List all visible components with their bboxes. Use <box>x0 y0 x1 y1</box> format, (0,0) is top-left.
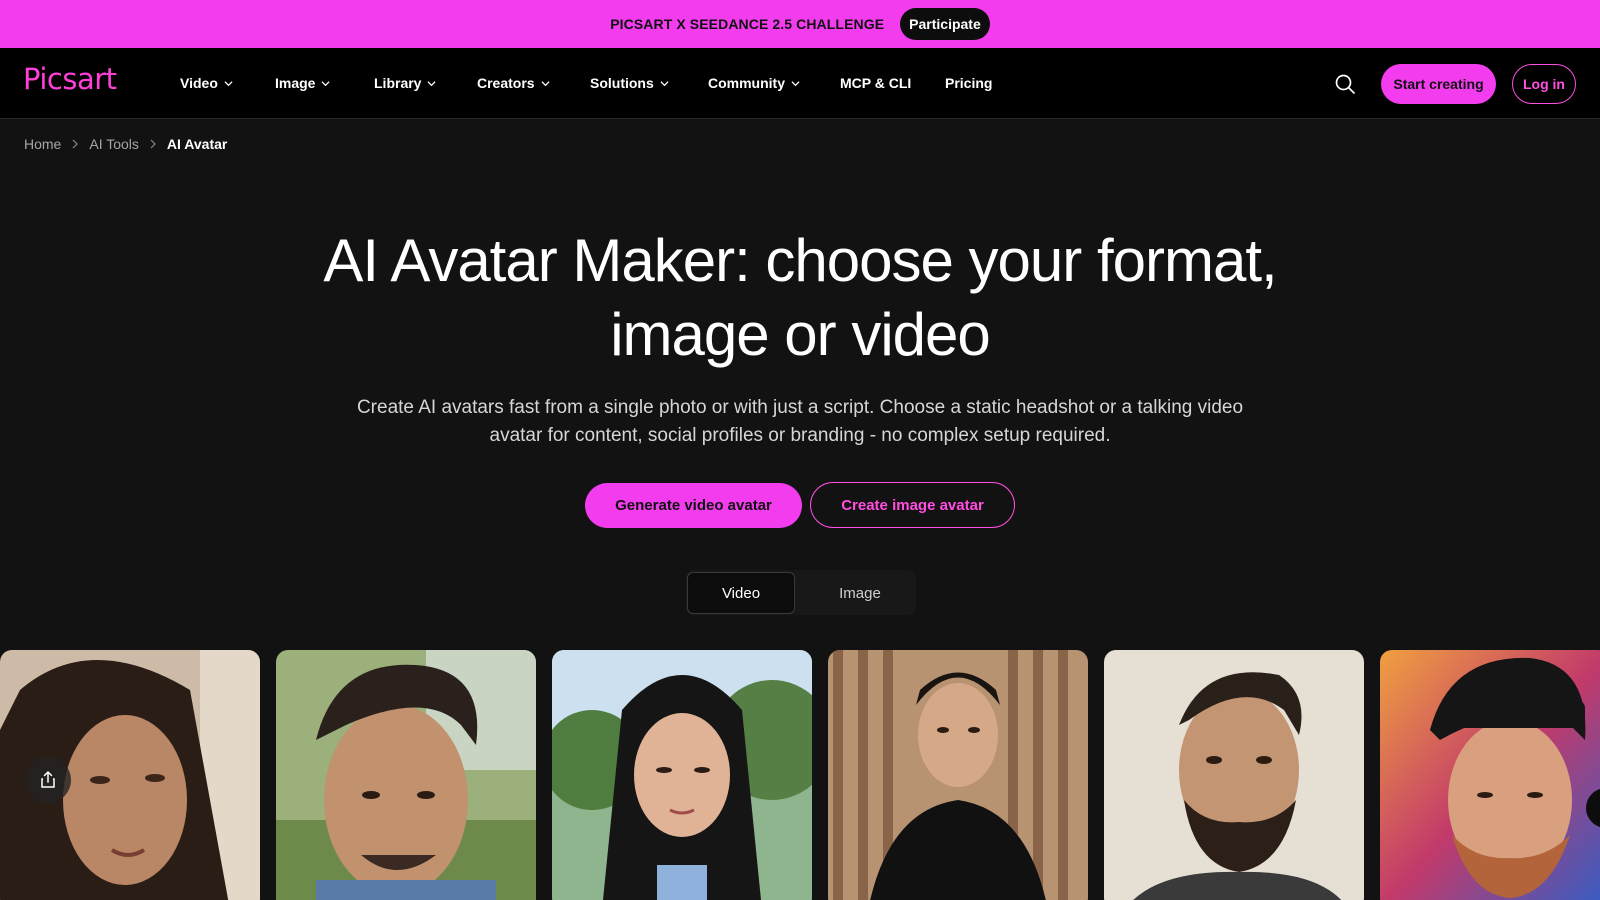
nav-item-image[interactable]: Image <box>275 72 331 94</box>
generate-video-avatar-button[interactable]: Generate video avatar <box>585 483 802 528</box>
promo-text: PICSART X SEEDANCE 2.5 CHALLENGE <box>610 16 885 32</box>
nav-item-label: Video <box>180 75 218 91</box>
share-button[interactable] <box>25 757 71 803</box>
avatar-image <box>552 650 812 900</box>
toggle-video[interactable]: Video <box>687 572 795 614</box>
nav-item-label: Pricing <box>945 75 993 91</box>
chevron-down-icon <box>427 80 437 86</box>
nav-item-mcp-cli[interactable]: MCP & CLI <box>840 72 911 94</box>
login-button[interactable]: Log in <box>1512 64 1576 104</box>
top-nav: Picsart Video Image Library Creators Sol… <box>0 48 1600 119</box>
page-subtitle-line-1: Create AI avatars fast from a single pho… <box>356 397 1244 418</box>
chevron-down-icon <box>541 80 550 86</box>
chevron-down-icon <box>224 80 233 86</box>
toggle-image[interactable]: Image <box>806 572 914 614</box>
chevron-down-icon <box>791 80 800 86</box>
avatar-image <box>828 650 1088 900</box>
avatar-image <box>1380 650 1600 900</box>
avatar-card-4[interactable] <box>828 650 1088 900</box>
breadcrumb-home[interactable]: Home <box>24 136 61 152</box>
avatar-card-6[interactable] <box>1380 650 1600 900</box>
nav-item-label: Library <box>374 75 422 91</box>
participate-button[interactable]: Participate <box>900 8 990 40</box>
page-subtitle-line-2: avatar for content, social profiles or b… <box>489 425 1111 446</box>
avatar-card-1[interactable] <box>0 650 260 900</box>
avatar-image <box>1104 650 1364 900</box>
avatar-card-2[interactable] <box>276 650 536 900</box>
chevron-right-icon <box>150 139 156 149</box>
avatar-card-3[interactable] <box>552 650 812 900</box>
nav-item-label: Image <box>275 75 316 91</box>
breadcrumb: Home AI Tools AI Avatar <box>24 136 227 152</box>
share-icon <box>41 771 55 788</box>
picsart-logo[interactable]: Picsart <box>23 62 117 96</box>
nav-item-community[interactable]: Community <box>708 72 800 94</box>
nav-item-video[interactable]: Video <box>180 72 233 94</box>
promo-banner: PICSART X SEEDANCE 2.5 CHALLENGE Partici… <box>0 0 1600 48</box>
nav-item-solutions[interactable]: Solutions <box>590 72 669 94</box>
nav-item-library[interactable]: Library <box>374 72 437 94</box>
nav-item-pricing[interactable]: Pricing <box>945 72 992 94</box>
nav-item-creators[interactable]: Creators <box>477 72 550 94</box>
nav-item-label: MCP & CLI <box>840 75 912 91</box>
chevron-down-icon <box>321 80 331 86</box>
create-image-avatar-button[interactable]: Create image avatar <box>810 482 1015 528</box>
page-subtitle: Create AI avatars fast from a single pho… <box>300 394 1300 450</box>
page-title: AI Avatar Maker: choose your format, ima… <box>0 224 1600 372</box>
breadcrumb-current: AI Avatar <box>166 136 228 152</box>
breadcrumb-ai-tools[interactable]: AI Tools <box>89 136 139 152</box>
page-title-line-1: AI Avatar Maker: choose your format, <box>323 227 1277 294</box>
nav-item-label: Solutions <box>590 75 654 91</box>
format-toggle: Video Image <box>686 570 916 615</box>
chevron-right-icon <box>72 139 79 149</box>
nav-item-label: Community <box>708 75 785 91</box>
start-creating-button[interactable]: Start creating <box>1381 64 1496 104</box>
search-icon[interactable] <box>1334 73 1356 95</box>
avatar-card-5[interactable] <box>1104 650 1364 900</box>
chevron-down-icon <box>660 80 669 86</box>
page-title-line-2: image or video <box>610 301 991 368</box>
avatar-image <box>276 650 536 900</box>
nav-item-label: Creators <box>477 75 535 91</box>
